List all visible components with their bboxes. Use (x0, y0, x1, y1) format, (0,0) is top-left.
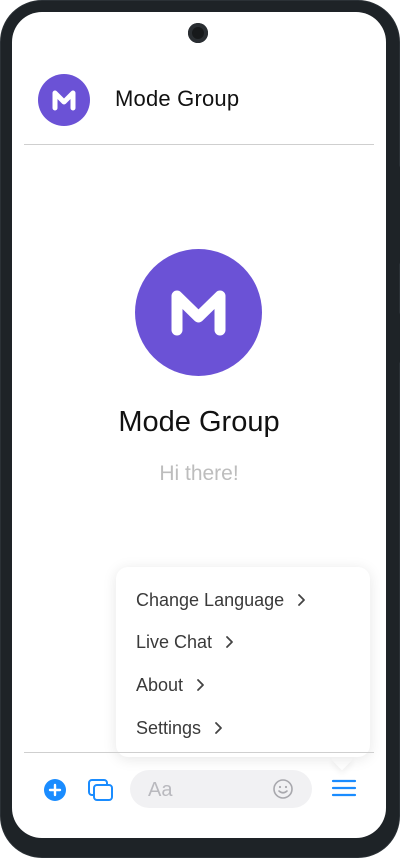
menu-item-about[interactable]: About (136, 670, 205, 700)
menu-item-live-chat[interactable]: Live Chat (136, 627, 234, 657)
message-composer (12, 753, 386, 838)
options-menu: Change Language Live Chat About Settings (116, 567, 370, 757)
menu-item-label: Live Chat (136, 631, 213, 652)
menu-item-label: Settings (136, 717, 202, 738)
chevron-right-icon (298, 594, 306, 606)
power-button (395, 312, 400, 364)
avatar[interactable] (38, 74, 90, 126)
menu-item-label: Change Language (136, 589, 285, 610)
menu-item-change-language[interactable]: Change Language (136, 585, 306, 615)
m-logo-icon (52, 90, 76, 111)
chevron-right-icon (197, 679, 204, 691)
gallery-icon (88, 779, 113, 801)
chevron-right-icon (226, 636, 233, 648)
hero-title: Mode Group (118, 406, 280, 438)
gallery-button[interactable] (87, 777, 115, 803)
chat-screen: Mode Group Mode Group Hi there! Change L… (12, 12, 386, 838)
message-input-wrapper (130, 770, 312, 808)
chevron-right-icon (215, 722, 222, 734)
plus-icon (44, 779, 66, 801)
greeting-text: Hi there! (159, 462, 239, 485)
page-title: Mode Group (115, 86, 240, 111)
emoji-icon (273, 779, 293, 799)
emoji-button[interactable] (272, 778, 294, 800)
add-button[interactable] (43, 778, 67, 802)
message-input[interactable] (146, 774, 270, 806)
menu-item-label: About (136, 674, 184, 695)
hero-avatar (135, 249, 262, 376)
chat-header: Mode Group (12, 12, 386, 144)
menu-item-settings[interactable]: Settings (136, 713, 223, 743)
m-logo-icon (171, 290, 226, 336)
menu-button[interactable] (331, 777, 357, 799)
volume-button (395, 165, 400, 265)
header-divider (24, 144, 374, 145)
menu-icon (331, 779, 357, 797)
